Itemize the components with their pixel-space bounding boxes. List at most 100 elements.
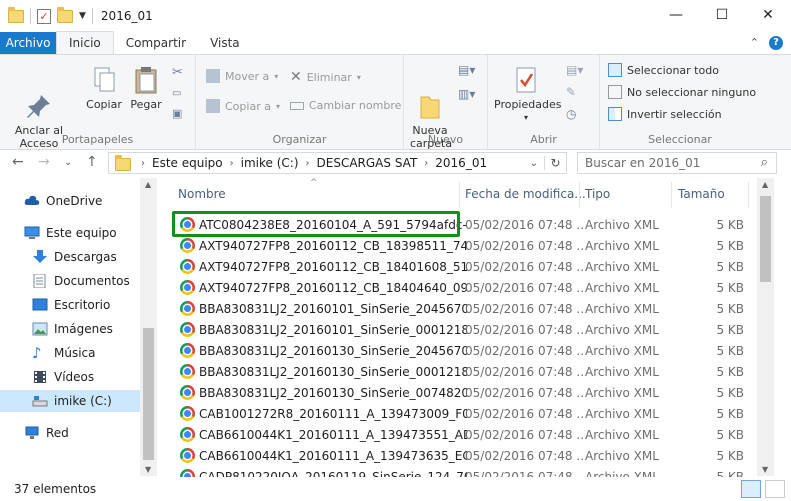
delete-label: Eliminar: [306, 70, 352, 84]
search-input[interactable]: Buscar en 2016_01 ⌕: [577, 152, 777, 174]
chevron-right-icon[interactable]: ›: [422, 158, 430, 169]
file-row[interactable]: BBA830831LJ2_20160101_SinSerie_000121800…: [172, 319, 748, 340]
large-icons-view-button[interactable]: [765, 480, 785, 498]
scroll-down-icon[interactable]: ▼: [145, 465, 151, 474]
collapse-ribbon-icon[interactable]: ⌃: [750, 36, 759, 50]
breadcrumb-drive[interactable]: imike (C:): [236, 156, 304, 170]
nav-item-descargas[interactable]: Descargas: [0, 246, 140, 268]
refresh-icon[interactable]: ↻: [544, 156, 566, 170]
nav-scroll-thumb[interactable]: [143, 328, 154, 460]
invert-selection-button[interactable]: Invertir selección: [608, 107, 722, 121]
chevron-right-icon[interactable]: ›: [139, 158, 147, 169]
group-label-abrir: Abrir: [530, 133, 557, 146]
back-button[interactable]: ←: [12, 154, 24, 170]
file-row[interactable]: AXT940727FP8_20160112_CB_18401608_5139D.…: [172, 256, 748, 277]
file-row[interactable]: AXT940727FP8_20160112_CB_18404640_0928C.…: [172, 277, 748, 298]
file-size: 5 KB: [716, 406, 744, 421]
images-icon: [32, 322, 48, 336]
breadcrumb-este-equipo[interactable]: Este equipo: [147, 156, 228, 170]
chrome-icon: [180, 343, 195, 358]
file-row[interactable]: BBA830831LJ2_20160130_SinSerie_000121800…: [172, 361, 748, 382]
rename-button[interactable]: Cambiar nombre: [290, 99, 401, 112]
tab-compartir[interactable]: Compartir: [114, 32, 198, 54]
file-list-scroll-thumb[interactable]: [760, 196, 771, 282]
nav-item-este-equipo[interactable]: Este equipo: [0, 222, 140, 244]
breadcrumb-descargas-sat[interactable]: DESCARGAS SAT: [312, 156, 423, 170]
open-icon[interactable]: ▤▾: [566, 63, 583, 77]
file-row[interactable]: AXT940727FP8_20160112_CB_18398511_746E5.…: [172, 235, 748, 256]
details-view-button[interactable]: [741, 480, 761, 498]
column-header-nombre[interactable]: Nombre: [178, 178, 226, 210]
tab-archivo[interactable]: Archivo: [0, 32, 56, 54]
column-divider[interactable]: [579, 182, 580, 208]
file-row[interactable]: ATC0804238E8_20160104_A_591_5794afdc-426…: [172, 214, 748, 235]
copy-to-icon: [206, 99, 220, 113]
dropdown-icon: ▾: [356, 72, 361, 82]
nav-item-red[interactable]: Red: [0, 422, 140, 444]
column-divider[interactable]: [748, 182, 749, 208]
tab-vista[interactable]: Vista: [198, 32, 252, 54]
properties-button[interactable]: Propiedades ▾: [494, 65, 561, 124]
delete-button[interactable]: ✕ Eliminar ▾: [290, 69, 361, 85]
column-header-fecha[interactable]: Fecha de modifica...: [465, 178, 586, 210]
chrome-icon: [180, 301, 195, 316]
nav-item-documentos[interactable]: Documentos: [0, 270, 140, 292]
file-row[interactable]: CAB6610044K1_20160111_A_139473551_AD46..…: [172, 424, 748, 445]
file-row[interactable]: BBA830831LJ2_20160101_SinSerie_204567012…: [172, 298, 748, 319]
address-bar[interactable]: › Este equipo › imike (C:) › DESCARGAS S…: [108, 152, 567, 174]
group-organizar: Mover a ▾ Copiar a ▾ ✕ Eliminar ▾ Cambiar n…: [196, 55, 404, 150]
forward-button[interactable]: →: [38, 154, 50, 170]
scroll-down-icon[interactable]: ▼: [762, 465, 768, 474]
move-to-button[interactable]: Mover a ▾: [206, 69, 278, 83]
paste-shortcut-icon[interactable]: ▣: [172, 107, 183, 120]
select-none-button[interactable]: No seleccionar ninguno: [608, 85, 756, 99]
recent-locations-icon[interactable]: ⌄: [64, 157, 72, 168]
new-item-buttons: ▤▾ ▥▾: [458, 63, 475, 101]
breadcrumb-current-folder[interactable]: 2016_01: [430, 156, 492, 170]
select-all-button[interactable]: Seleccionar todo: [608, 63, 719, 77]
history-icon[interactable]: ◷: [566, 107, 583, 121]
file-row[interactable]: CAB6610044K1_20160111_A_139473635_ECB7F.…: [172, 445, 748, 466]
search-icon[interactable]: ⌕: [761, 155, 768, 170]
copy-to-button[interactable]: Copiar a ▾: [206, 99, 280, 113]
copy-button[interactable]: Copiar: [86, 65, 122, 111]
minimize-button[interactable]: —: [653, 0, 699, 30]
cut-icon[interactable]: ✂: [172, 65, 183, 80]
edit-icon[interactable]: ✎: [566, 85, 583, 99]
address-dropdown-icon[interactable]: ⌄: [524, 158, 544, 169]
chevron-right-icon[interactable]: ›: [228, 158, 236, 169]
nav-item-drive-c[interactable]: imike (C:): [0, 390, 140, 412]
easy-access-icon[interactable]: ▥▾: [458, 87, 475, 101]
properties-icon[interactable]: ✓: [37, 8, 51, 24]
file-row[interactable]: CAB1001272R8_20160111_A_139473009_F0E7B.…: [172, 403, 748, 424]
nav-item-videos[interactable]: Vídeos: [0, 366, 140, 388]
nav-item-escritorio[interactable]: Escritorio: [0, 294, 140, 316]
up-button[interactable]: ↑: [86, 154, 98, 170]
scroll-up-icon[interactable]: ▲: [762, 180, 768, 189]
file-list-scrollbar[interactable]: ▲ ▼: [757, 178, 774, 476]
column-divider[interactable]: [671, 182, 672, 208]
nav-item-imagenes[interactable]: Imágenes: [0, 318, 140, 340]
copy-path-icon[interactable]: ▭: [172, 88, 183, 99]
pin-quick-access-button[interactable]: Anclar al Acceso rápido: [6, 65, 72, 163]
new-folder-icon[interactable]: [57, 6, 73, 23]
paste-button[interactable]: Pegar: [128, 65, 164, 111]
file-type: Archivo XML: [585, 364, 659, 379]
close-button[interactable]: ✕: [745, 0, 791, 30]
file-row[interactable]: BBA830831LJ2_20160130_SinSerie_204567012…: [172, 340, 748, 361]
file-row[interactable]: BBA830831LJ2_20160130_SinSerie_007482000…: [172, 382, 748, 403]
nav-scrollbar[interactable]: ▲ ▼: [140, 178, 157, 476]
column-header-tipo[interactable]: Tipo: [585, 178, 610, 210]
chevron-right-icon[interactable]: ›: [304, 158, 312, 169]
tab-inicio[interactable]: Inicio: [56, 31, 114, 54]
new-item-icon[interactable]: ▤▾: [458, 63, 475, 77]
copy-to-label: Copiar a: [225, 99, 271, 113]
maximize-button[interactable]: ☐: [699, 0, 745, 30]
help-icon[interactable]: ?: [769, 36, 783, 50]
scroll-up-icon[interactable]: ▲: [145, 180, 151, 189]
column-header-tamano[interactable]: Tamaño: [678, 178, 725, 210]
nav-item-onedrive[interactable]: OneDrive: [0, 190, 140, 212]
customize-dropdown-icon[interactable]: ▼: [79, 11, 86, 21]
nav-item-musica[interactable]: ♪ Música: [0, 342, 140, 364]
column-divider[interactable]: [459, 182, 460, 208]
